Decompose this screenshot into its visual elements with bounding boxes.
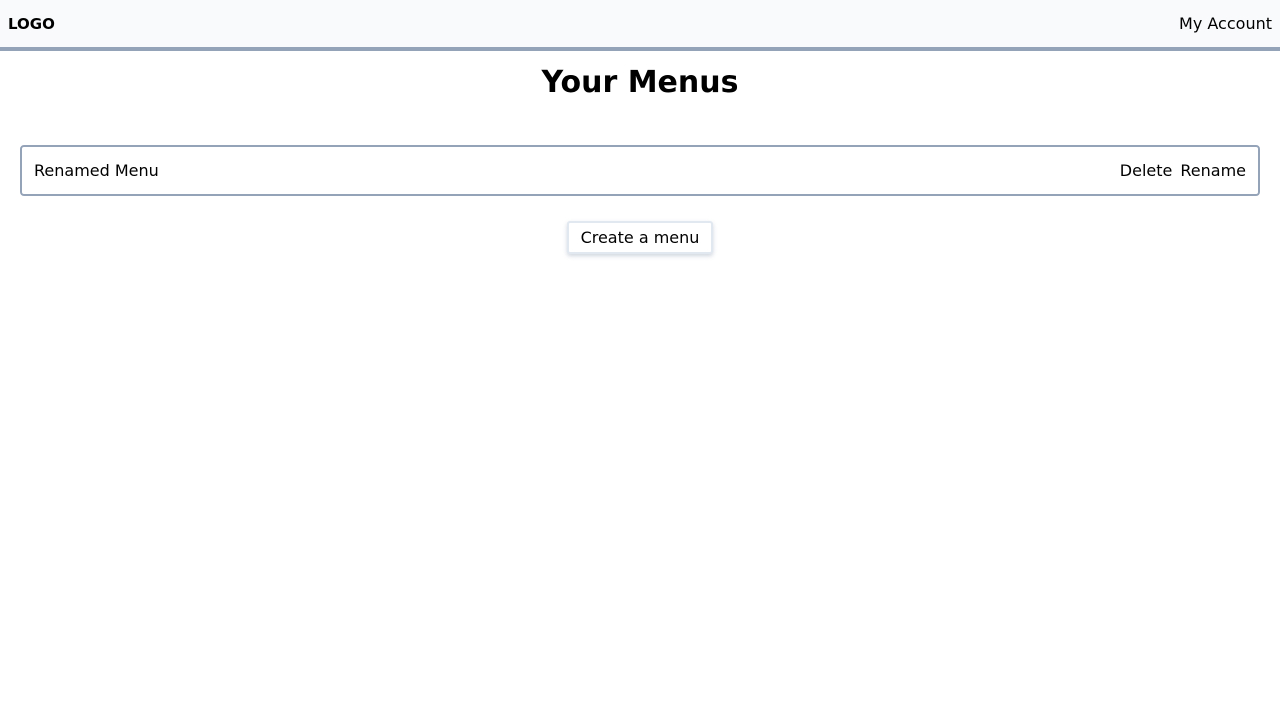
menu-name[interactable]: Renamed Menu — [34, 161, 159, 180]
rename-button[interactable]: Rename — [1180, 161, 1246, 180]
delete-button[interactable]: Delete — [1120, 161, 1173, 180]
menu-list-item[interactable]: Renamed Menu Delete Rename — [20, 145, 1260, 196]
menu-actions: Delete Rename — [1120, 161, 1246, 180]
page-title: Your Menus — [541, 65, 739, 100]
create-menu-button[interactable]: Create a menu — [566, 221, 714, 254]
top-bar: LOGO My Account — [0, 0, 1280, 51]
create-container: Create a menu — [0, 221, 1280, 254]
logo[interactable]: LOGO — [8, 15, 55, 33]
my-account-link[interactable]: My Account — [1179, 14, 1272, 33]
